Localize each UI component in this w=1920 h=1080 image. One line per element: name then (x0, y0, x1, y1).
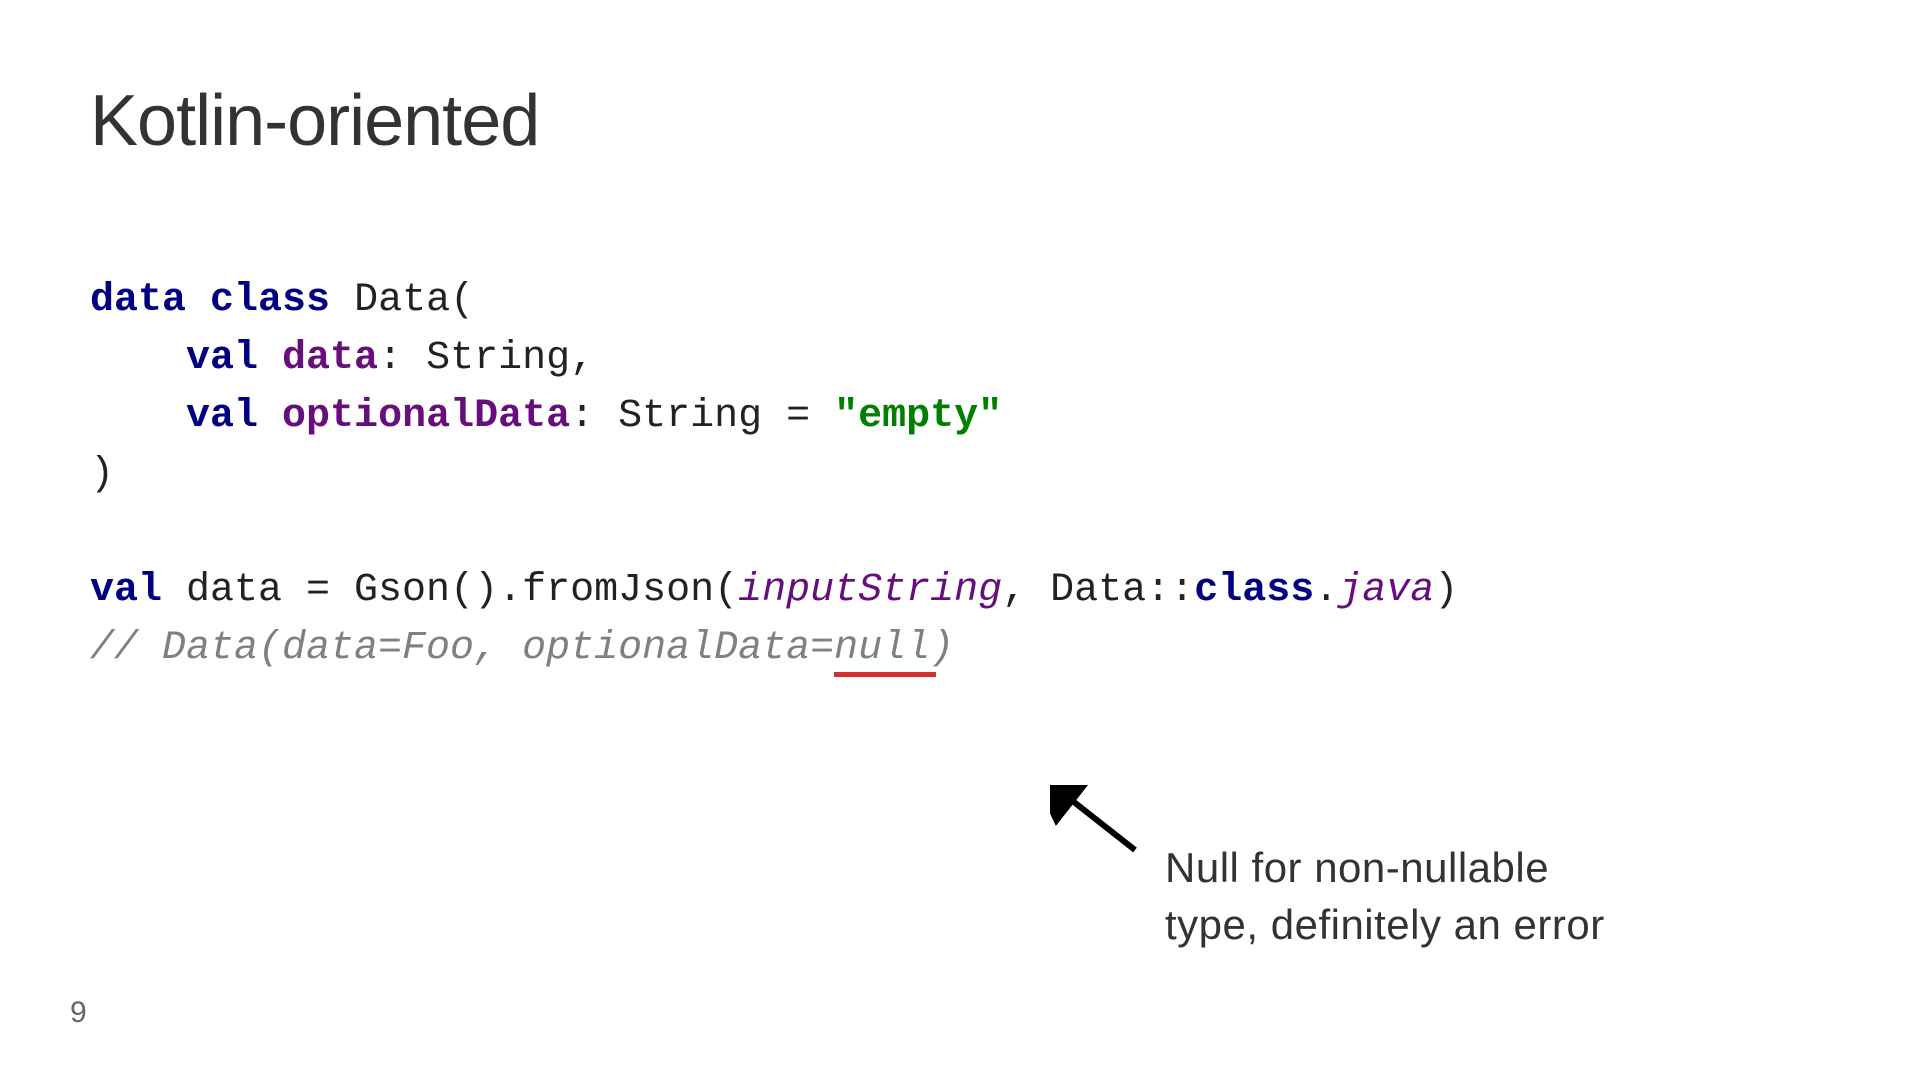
indent (90, 336, 186, 381)
gson-call-2: , Data:: (1002, 568, 1194, 613)
page-number: 9 (70, 996, 87, 1030)
type-annotation-1: : String, (378, 336, 594, 381)
arrow-icon (1050, 785, 1150, 865)
dot: . (1314, 568, 1338, 613)
type-annotation-2: : String = (570, 394, 834, 439)
keyword-val3: val (90, 568, 162, 613)
close-paren: ) (90, 452, 114, 497)
class-keyword: class (1194, 568, 1314, 613)
annotation-line-2: type, definitely an error (1165, 897, 1605, 954)
slide-title: Kotlin-oriented (90, 80, 1830, 162)
keyword-val: val (186, 336, 258, 381)
keyword-class: class (210, 278, 330, 323)
close-paren-2: ) (1434, 568, 1458, 613)
java-prop: java (1338, 568, 1434, 613)
input-string-ident: inputString (738, 568, 1002, 613)
property-data: data (282, 336, 378, 381)
comment-null: null (834, 626, 930, 671)
annotation-line-1: Null for non-nullable (1165, 840, 1605, 897)
code-block: data class Data( val data: String, val o… (90, 272, 1830, 678)
keyword-val2: val (186, 394, 258, 439)
property-optional: optionalData (282, 394, 570, 439)
comment-suffix: ) (930, 626, 954, 671)
indent2 (90, 394, 186, 439)
gson-call-1: data = Gson().fromJson( (162, 568, 738, 613)
keyword-data: data (90, 278, 186, 323)
comment-prefix: // Data(data=Foo, optionalData= (90, 626, 834, 671)
string-literal: "empty" (834, 394, 1002, 439)
annotation-label: Null for non-nullable type, definitely a… (1165, 840, 1605, 953)
class-name: Data( (330, 278, 474, 323)
slide-container: Kotlin-oriented data class Data( val dat… (0, 0, 1920, 1080)
